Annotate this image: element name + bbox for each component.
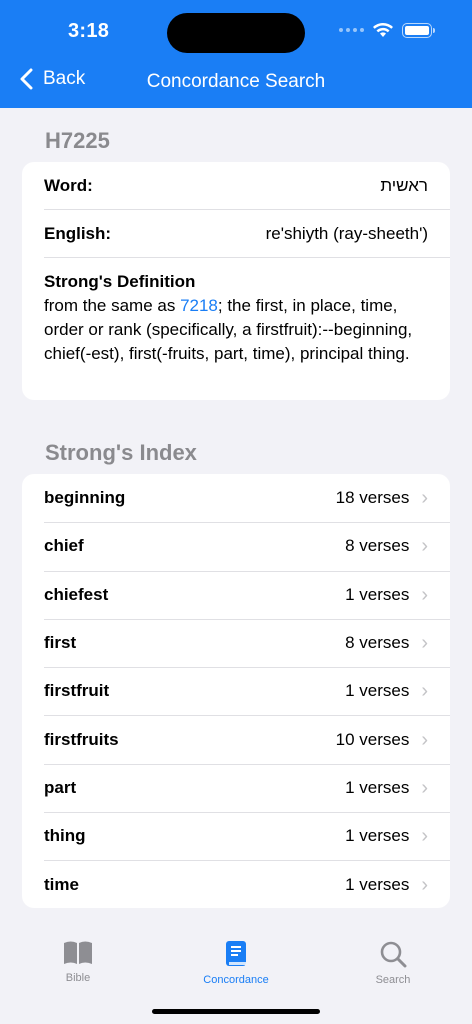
chevron-right-icon: › xyxy=(421,873,428,896)
chevron-right-icon: › xyxy=(421,728,428,751)
index-count: 1 verses xyxy=(345,681,410,701)
page-title: Concordance Search xyxy=(146,71,326,92)
english-value: re'shiyth (ray-sheeth') xyxy=(265,224,428,243)
index-count: 1 verses xyxy=(345,584,410,604)
index-count: 1 verses xyxy=(345,874,410,894)
search-icon xyxy=(380,941,407,968)
index-item-part[interactable]: part 1 verses › xyxy=(22,763,450,812)
index-item-chief[interactable]: chief 8 verses › xyxy=(22,522,450,570)
chevron-right-icon: › xyxy=(421,535,428,558)
index-title: Strong's Index xyxy=(45,440,197,465)
index-word: chiefest xyxy=(44,584,109,604)
status-icons xyxy=(339,22,435,38)
index-word: firstfruits xyxy=(44,729,119,749)
definition-title: Strong's Definition xyxy=(44,272,196,291)
chevron-right-icon: › xyxy=(421,680,428,703)
status-time: 3:18 xyxy=(68,20,110,42)
index-count: 8 verses xyxy=(345,633,410,653)
chevron-right-icon: › xyxy=(421,583,428,606)
tab-bible[interactable]: Bible xyxy=(28,940,128,984)
wifi-icon xyxy=(373,23,393,37)
index-item-firstfruits[interactable]: firstfruits 10 verses › xyxy=(22,715,450,763)
chevron-right-icon: › xyxy=(421,825,428,848)
tab-label: Bible xyxy=(65,972,91,984)
cellular-signal-icon xyxy=(339,28,364,32)
chevron-right-icon: › xyxy=(421,776,428,799)
definition: Strong's Definition from the same as 721… xyxy=(22,258,450,366)
entry-card: Word: ראשית English: re'shiyth (ray-shee… xyxy=(22,162,450,400)
index-word: time xyxy=(44,874,79,894)
index-count: 1 verses xyxy=(345,777,410,797)
index-word: part xyxy=(44,777,77,797)
index-word: first xyxy=(44,633,77,653)
dynamic-island xyxy=(167,13,305,53)
tab-label: Concordance xyxy=(203,974,269,986)
book-icon xyxy=(64,941,92,964)
home-indicator xyxy=(152,1009,320,1014)
index-count: 18 verses xyxy=(335,488,410,508)
index-list: beginning 18 verses › chief 8 verses › chi… xyxy=(22,474,450,908)
index-count: 8 verses xyxy=(345,536,410,556)
index-item-first[interactable]: first 8 verses › xyxy=(22,618,450,667)
header: 3:18 Back Concordance Search xyxy=(0,0,472,108)
index-item-beginning[interactable]: beginning 18 verses › xyxy=(22,474,450,522)
navigation-bar: Back Concordance Search xyxy=(0,62,472,106)
tab-concordance[interactable]: Concordance xyxy=(186,940,286,986)
index-word: chief xyxy=(44,536,84,556)
concordance-book-icon xyxy=(226,941,246,966)
index-word: firstfruit xyxy=(44,681,110,701)
index-word: beginning xyxy=(44,488,126,508)
index-item-thing[interactable]: thing 1 verses › xyxy=(22,812,450,860)
tab-search[interactable]: Search xyxy=(343,940,443,986)
word-value: ראשית xyxy=(380,176,428,195)
chevron-right-icon: › xyxy=(421,487,428,510)
definition-text: from the same as 7218; the first, in pla… xyxy=(44,294,428,366)
tab-label: Search xyxy=(375,974,411,986)
definition-link[interactable]: 7218 xyxy=(180,296,218,315)
index-word: thing xyxy=(44,826,86,846)
definition-prefix: from the same as xyxy=(44,296,181,315)
english-row: English: re'shiyth (ray-sheeth') xyxy=(22,210,450,258)
word-label: Word: xyxy=(44,176,93,195)
index-count: 10 verses xyxy=(335,729,410,749)
battery-icon xyxy=(402,22,435,38)
index-item-firstfruit[interactable]: firstfruit 1 verses › xyxy=(22,667,450,715)
index-count: 1 verses xyxy=(345,826,410,846)
chevron-right-icon: › xyxy=(421,632,428,655)
word-row: Word: ראשית xyxy=(22,162,450,210)
index-item-time[interactable]: time 1 verses › xyxy=(22,860,450,908)
entry-id: H7225 xyxy=(45,128,110,153)
english-label: English: xyxy=(44,224,112,243)
index-item-chiefest[interactable]: chiefest 1 verses › xyxy=(22,570,450,619)
